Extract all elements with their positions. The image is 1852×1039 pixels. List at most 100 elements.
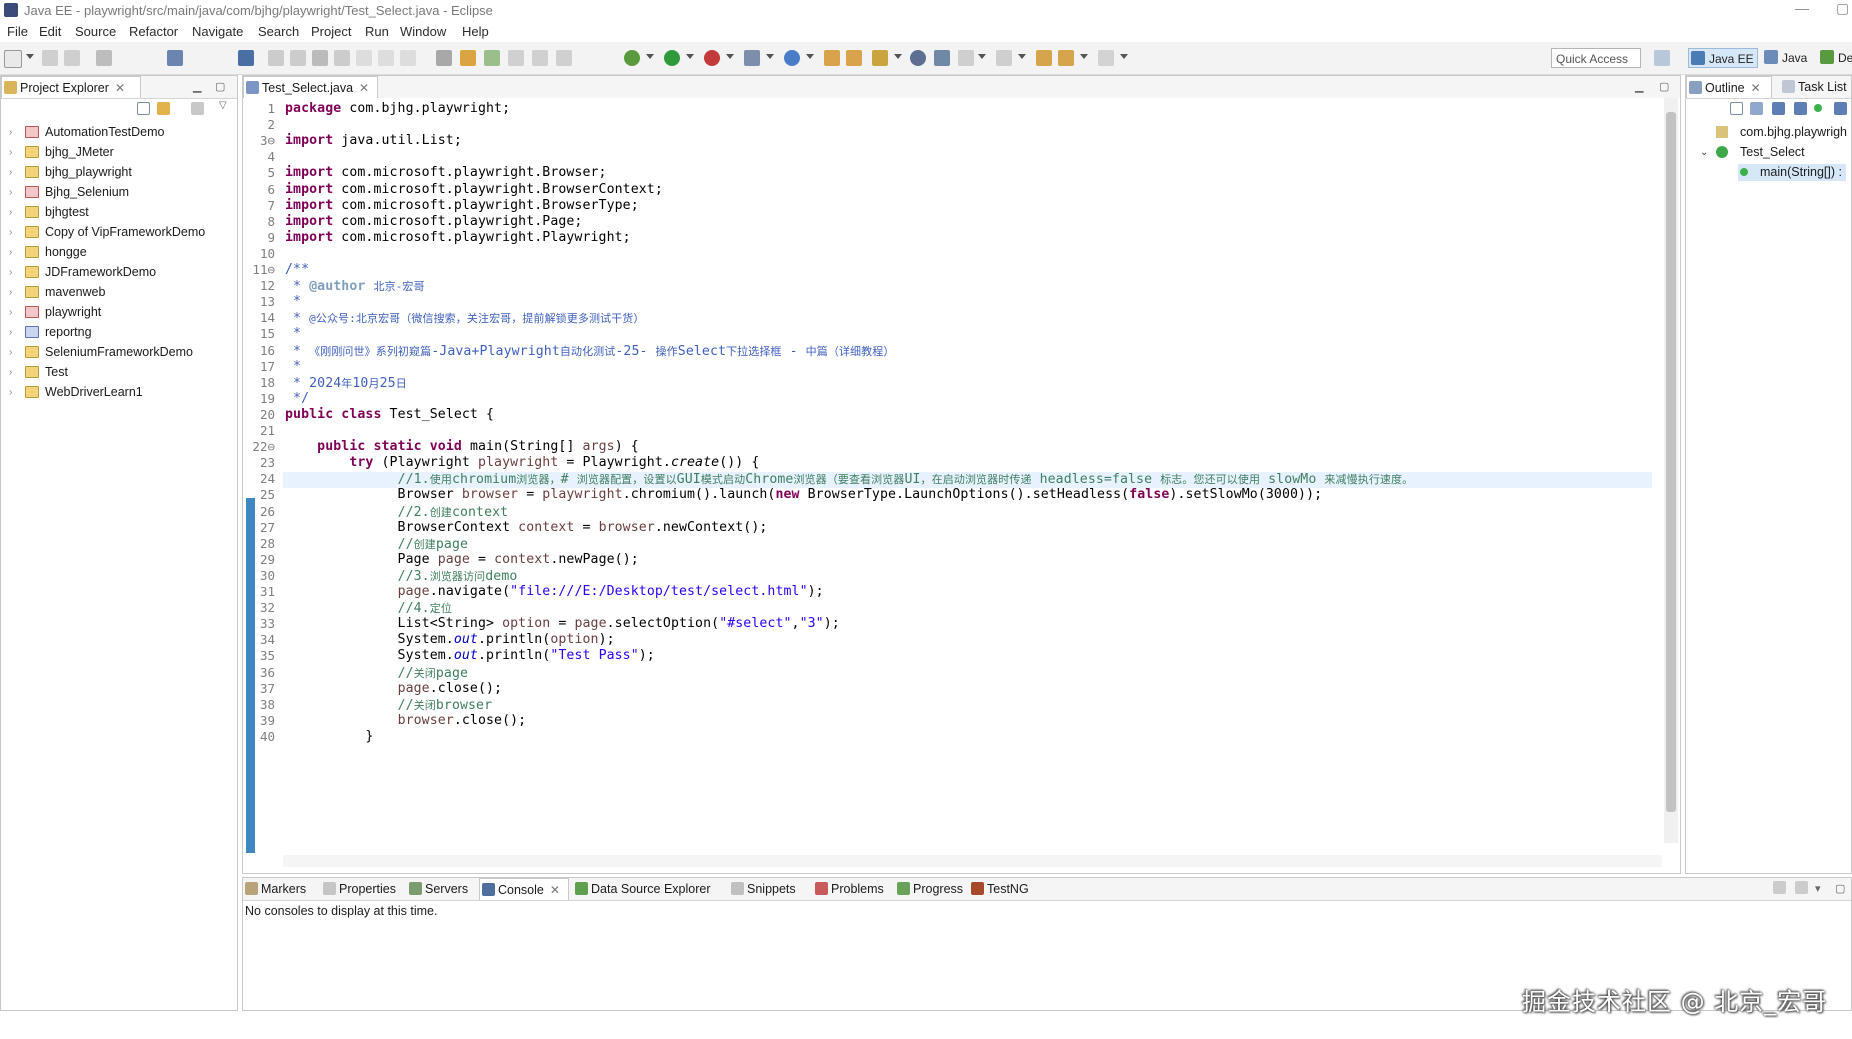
display-console-icon[interactable] (1795, 881, 1808, 894)
save-icon[interactable] (42, 50, 58, 66)
code-line[interactable]: * 《刚刚问世》系列初窥篇-Java+Playwright自动化测试-25- 操… (285, 343, 894, 359)
menu-navigate[interactable]: Navigate (192, 24, 243, 39)
perspective-java-ee[interactable]: Java EE (1688, 48, 1758, 68)
expand-arrow-icon[interactable]: › (9, 304, 12, 321)
vertical-scrollbar[interactable] (1664, 98, 1678, 843)
expand-arrow-icon[interactable]: › (9, 144, 12, 161)
filter-icon[interactable] (191, 102, 204, 115)
code-line[interactable]: page.close(); (285, 681, 502, 696)
sort-icon[interactable] (1750, 102, 1763, 115)
code-line[interactable]: //3.浏览器访问demo (285, 568, 518, 584)
horizontal-scrollbar[interactable] (283, 855, 1662, 867)
menu-source[interactable]: Source (75, 24, 116, 39)
new-server-dropdown-icon[interactable] (806, 54, 814, 59)
code-line[interactable]: Browser browser = playwright.chromium().… (285, 487, 1323, 502)
new-dropdown-icon[interactable] (26, 54, 34, 59)
suspend-icon[interactable] (290, 50, 306, 66)
occurrence-icon[interactable] (556, 50, 572, 66)
annotation-icon[interactable] (484, 50, 500, 66)
step-over-icon[interactable] (378, 50, 394, 66)
collapse-all-icon[interactable] (137, 102, 150, 115)
new-icon[interactable] (4, 50, 22, 68)
next-annotation-dropdown-icon[interactable] (978, 54, 986, 59)
hide-local-types-icon[interactable] (1834, 102, 1847, 115)
code-line[interactable]: //1.使用chromium浏览器，# 浏览器配置，设置以GUI模式启动Chro… (285, 471, 1414, 487)
menu-search[interactable]: Search (258, 24, 299, 39)
debug-dropdown-icon[interactable] (646, 54, 654, 59)
open-type-icon[interactable] (824, 50, 840, 66)
search-task-icon[interactable] (532, 50, 548, 66)
code-line[interactable]: browser.close(); (285, 713, 527, 728)
back-icon[interactable] (1058, 50, 1074, 66)
code-line[interactable]: //关闭browser (285, 697, 492, 713)
code-line[interactable]: import com.microsoft.playwright.Page; (285, 214, 582, 229)
quick-access-field[interactable]: Quick Access (1551, 48, 1641, 68)
external-tools-icon[interactable] (744, 50, 760, 66)
close-icon[interactable]: ✕ (1751, 81, 1761, 95)
back-dropdown-icon[interactable] (1080, 54, 1088, 59)
tab-console[interactable]: Console ✕ (479, 878, 569, 900)
terminal-icon[interactable] (167, 50, 183, 66)
web-service-icon[interactable] (934, 50, 950, 66)
hide-non-public-icon[interactable] (1814, 104, 1822, 112)
minimize-icon[interactable]: ▁ (193, 80, 201, 93)
step-return-icon[interactable] (400, 50, 416, 66)
perspective-debug[interactable]: De (1818, 48, 1852, 68)
code-line[interactable]: * (285, 294, 301, 309)
skip-breakpoints-icon[interactable] (238, 50, 254, 66)
code-line[interactable]: try (Playwright playwright = Playwright.… (285, 455, 759, 470)
tab-test-select-java[interactable]: Test_Select.java ✕ (243, 76, 378, 98)
code-line[interactable]: * 2024年10月25日 (285, 375, 407, 391)
code-line[interactable]: //2.创建context (285, 504, 509, 520)
maximize-icon[interactable]: ▢ (215, 80, 225, 93)
external-tools-dropdown-icon[interactable] (766, 54, 774, 59)
menu-edit[interactable]: Edit (39, 24, 61, 39)
mark-icon[interactable] (508, 50, 524, 66)
open-folder-icon[interactable] (846, 50, 862, 66)
close-icon[interactable]: ✕ (115, 81, 125, 95)
print-icon[interactable] (96, 50, 112, 66)
code-editor[interactable]: 1 package com.bjhg.playwright; 2 3⊖ import j… (243, 98, 1680, 873)
open-console-icon[interactable] (1773, 881, 1786, 894)
code-line[interactable]: * @author 北京-宏哥 (285, 278, 425, 294)
scrollbar-thumb[interactable] (1666, 112, 1676, 812)
forward-dropdown-icon[interactable] (1120, 54, 1128, 59)
code-line[interactable]: public class Test_Select { (285, 407, 494, 422)
outline-package[interactable]: com.bjhg.playwrigh (1716, 124, 1847, 141)
expand-arrow-icon[interactable]: › (9, 284, 12, 301)
code-line[interactable]: import java.util.List; (285, 133, 462, 148)
code-line[interactable]: public static void main(String[] args) { (285, 439, 639, 454)
search-dropdown-icon[interactable] (894, 54, 902, 59)
expand-arrow-icon[interactable]: › (9, 124, 12, 141)
menu-run[interactable]: Run (365, 24, 389, 39)
view-menu-icon[interactable]: ▽ (219, 100, 227, 111)
outline-method[interactable]: main(String[]) : (1738, 164, 1846, 181)
minimize-icon[interactable]: ▁ (1635, 80, 1643, 93)
forward-icon[interactable] (1098, 50, 1114, 66)
menu-project[interactable]: Project (311, 24, 351, 39)
code-line[interactable]: //4.定位 (285, 600, 452, 616)
step-into-icon[interactable] (356, 50, 372, 66)
expand-arrow-icon[interactable]: › (9, 244, 12, 261)
previous-annotation-dropdown-icon[interactable] (1018, 54, 1026, 59)
code-line[interactable]: } (285, 729, 373, 744)
tab-task-list[interactable]: Task List (1780, 76, 1852, 98)
expand-arrow-icon[interactable]: › (9, 204, 12, 221)
disconnect-icon[interactable] (334, 50, 350, 66)
new-server-icon[interactable] (784, 50, 800, 66)
tab-outline[interactable]: Outline ✕ (1686, 76, 1772, 98)
code-line[interactable]: Page page = context.newPage(); (285, 552, 639, 567)
previous-annotation-icon[interactable] (996, 50, 1012, 66)
menu-refactor[interactable]: Refactor (129, 24, 178, 39)
code-line[interactable]: List<String> option = page.selectOption(… (285, 616, 840, 631)
globe-icon[interactable] (910, 50, 926, 66)
menu-window[interactable]: Window (400, 24, 446, 39)
hide-static-icon[interactable] (1794, 102, 1807, 115)
code-line[interactable]: * @公众号:北京宏哥（微信搜索，关注宏哥，提前解锁更多测试干货） (285, 310, 644, 326)
code-line[interactable]: page.navigate("file:///E:/Desktop/test/s… (285, 584, 824, 599)
minimize-icon[interactable]: — (1795, 0, 1809, 16)
maximize-icon[interactable]: ▢ (1835, 882, 1845, 895)
next-annotation-icon[interactable] (958, 50, 974, 66)
open-perspective-icon[interactable] (1654, 50, 1670, 66)
outline-class[interactable]: ⌄ Test_Select (1700, 144, 1805, 161)
